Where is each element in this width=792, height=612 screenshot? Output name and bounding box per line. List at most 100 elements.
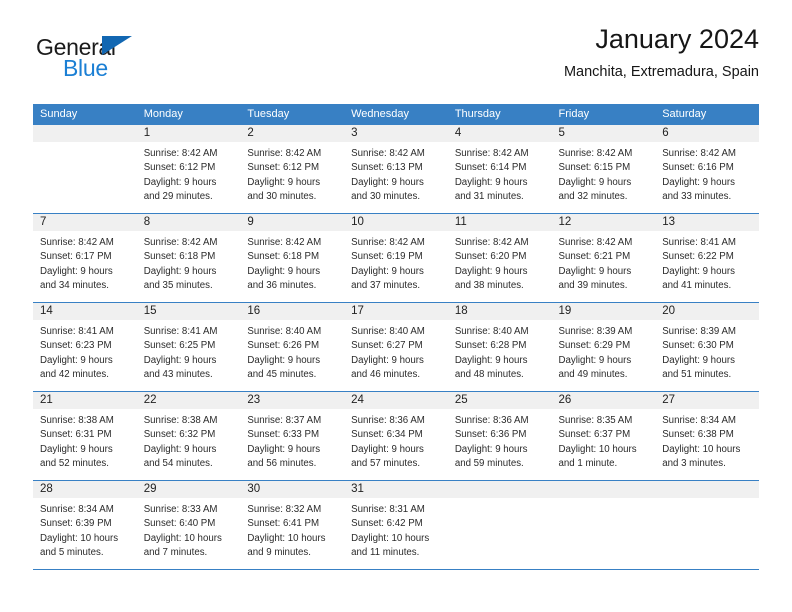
sunrise-text: Sunrise: 8:36 AM [454, 415, 529, 426]
daylight-text-line2: and 39 minutes. [558, 280, 628, 292]
day-number: 29 [136, 481, 241, 498]
calendar-day-cell[interactable]: 8 Sunrise: 8:42 AM Sunset: 6:18 PM Daylight… [136, 213, 241, 303]
daylight-text-line2: and 52 minutes. [40, 458, 109, 470]
daylight-text-line1: Daylight: 9 hours [143, 443, 217, 455]
day-number: 18 [447, 303, 552, 320]
daylight-text-line2: and 30 minutes. [247, 191, 317, 203]
sunrise-text: Sunrise: 8:42 AM [40, 237, 114, 248]
sunrise-text: Sunrise: 8:42 AM [662, 148, 736, 159]
calendar-day-cell[interactable]: 29 Sunrise: 8:33 AM Sunset: 6:40 PM Dayligh… [136, 480, 241, 570]
daylight-text-line2: and 30 minutes. [351, 191, 421, 203]
day-details: Sunrise: 8:42 AM Sunset: 6:20 PM Daylight:… [448, 231, 552, 294]
sunrise-text: Sunrise: 8:35 AM [558, 415, 633, 426]
sunrise-text: Sunrise: 8:42 AM [351, 237, 425, 248]
daylight-text-line1: Daylight: 9 hours [247, 443, 321, 455]
sunset-text: Sunset: 6:27 PM [351, 340, 423, 352]
daylight-text-line1: Daylight: 9 hours [143, 176, 217, 188]
daylight-text-line2: and 9 minutes. [247, 547, 311, 559]
sunrise-text: Sunrise: 8:40 AM [454, 326, 529, 337]
calendar-day-cell[interactable]: 19 Sunrise: 8:39 AM Sunset: 6:29 PM Dayligh… [551, 302, 656, 392]
calendar-day-cell[interactable]: 27 Sunrise: 8:34 AM Sunset: 6:38 PM Dayligh… [655, 391, 759, 481]
daylight-text-line1: Daylight: 9 hours [351, 265, 424, 277]
calendar-day-cell[interactable]: 23 Sunrise: 8:37 AM Sunset: 6:33 PM Dayligh… [240, 391, 345, 481]
daylight-text-line2: and 48 minutes. [454, 369, 524, 381]
sunset-text: Sunset: 6:22 PM [662, 251, 734, 263]
calendar-day-cell[interactable]: 16 Sunrise: 8:40 AM Sunset: 6:26 PM Dayligh… [240, 302, 345, 392]
day-details: Sunrise: 8:35 AM Sunset: 6:37 PM Daylight:… [552, 409, 656, 472]
day-details: Sunrise: 8:42 AM Sunset: 6:13 PM Daylight:… [344, 142, 448, 205]
calendar-day-cell-empty [655, 480, 759, 570]
calendar-day-cell[interactable]: 9 Sunrise: 8:42 AM Sunset: 6:18 PM Daylight… [240, 213, 345, 303]
daylight-text-line1: Daylight: 9 hours [247, 354, 321, 366]
calendar-day-cell[interactable]: 5 Sunrise: 8:42 AM Sunset: 6:15 PM Daylight… [551, 125, 656, 214]
sunrise-text: Sunrise: 8:38 AM [143, 415, 218, 426]
sunset-text: Sunset: 6:41 PM [247, 518, 320, 530]
calendar-day-cell[interactable]: 4 Sunrise: 8:42 AM Sunset: 6:14 PM Daylight… [447, 125, 552, 214]
day-number: 16 [240, 303, 345, 320]
day-number [447, 481, 552, 498]
calendar-day-cell[interactable]: 18 Sunrise: 8:40 AM Sunset: 6:28 PM Dayligh… [447, 302, 552, 392]
calendar-day-cell[interactable]: 1 Sunrise: 8:42 AM Sunset: 6:12 PM Daylight… [136, 125, 241, 214]
column-header-wednesday: Wednesday [344, 104, 448, 125]
sunset-text: Sunset: 6:21 PM [558, 251, 631, 263]
daylight-text-line2: and 57 minutes. [351, 458, 421, 470]
day-number: 21 [33, 392, 137, 409]
day-number: 3 [344, 125, 448, 142]
calendar-day-cell[interactable]: 31 Sunrise: 8:31 AM Sunset: 6:42 PM Dayligh… [344, 480, 448, 570]
day-details: Sunrise: 8:41 AM Sunset: 6:25 PM Daylight:… [137, 320, 241, 383]
sunset-text: Sunset: 6:16 PM [662, 162, 734, 174]
calendar-day-cell[interactable]: 2 Sunrise: 8:42 AM Sunset: 6:12 PM Daylight… [240, 125, 345, 214]
calendar-day-cell[interactable]: 22 Sunrise: 8:38 AM Sunset: 6:32 PM Dayligh… [136, 391, 241, 481]
sunset-text: Sunset: 6:38 PM [662, 429, 734, 441]
day-number: 27 [655, 392, 759, 409]
calendar-day-cell[interactable]: 7 Sunrise: 8:42 AM Sunset: 6:17 PM Daylight… [33, 213, 137, 303]
daylight-text-line1: Daylight: 9 hours [558, 265, 632, 277]
daylight-text-line1: Daylight: 9 hours [351, 443, 424, 455]
page-title: January 2024 [595, 24, 759, 54]
day-details: Sunrise: 8:33 AM Sunset: 6:40 PM Daylight:… [137, 498, 241, 561]
daylight-text-line2: and 29 minutes. [143, 191, 213, 203]
calendar-day-cell[interactable]: 20 Sunrise: 8:39 AM Sunset: 6:30 PM Dayligh… [655, 302, 759, 392]
sunrise-text: Sunrise: 8:42 AM [143, 237, 218, 248]
calendar-day-cell[interactable]: 6 Sunrise: 8:42 AM Sunset: 6:16 PM Daylight… [655, 125, 759, 214]
sunset-text: Sunset: 6:37 PM [558, 429, 631, 441]
calendar-day-cell[interactable]: 12 Sunrise: 8:42 AM Sunset: 6:21 PM Dayligh… [551, 213, 656, 303]
calendar-day-cell[interactable]: 24 Sunrise: 8:36 AM Sunset: 6:34 PM Dayligh… [344, 391, 448, 481]
day-details: Sunrise: 8:42 AM Sunset: 6:15 PM Daylight:… [552, 142, 656, 205]
daylight-text-line2: and 49 minutes. [558, 369, 628, 381]
daylight-text-line2: and 37 minutes. [351, 280, 421, 292]
calendar-day-cell[interactable]: 11 Sunrise: 8:42 AM Sunset: 6:20 PM Dayligh… [447, 213, 552, 303]
calendar-day-cell[interactable]: 14 Sunrise: 8:41 AM Sunset: 6:23 PM Dayligh… [33, 302, 137, 392]
calendar-day-cell[interactable]: 26 Sunrise: 8:35 AM Sunset: 6:37 PM Dayligh… [551, 391, 656, 481]
calendar-day-cell[interactable]: 13 Sunrise: 8:41 AM Sunset: 6:22 PM Dayligh… [655, 213, 759, 303]
daylight-text-line1: Daylight: 9 hours [143, 354, 217, 366]
calendar-day-cell[interactable]: 3 Sunrise: 8:42 AM Sunset: 6:13 PM Daylight… [344, 125, 448, 214]
day-number: 31 [344, 481, 448, 498]
day-details: Sunrise: 8:38 AM Sunset: 6:32 PM Daylight:… [137, 409, 241, 472]
day-number: 9 [240, 214, 345, 231]
sunset-text: Sunset: 6:18 PM [143, 251, 216, 263]
daylight-text-line1: Daylight: 9 hours [351, 176, 424, 188]
day-number: 7 [33, 214, 137, 231]
sunset-text: Sunset: 6:32 PM [143, 429, 216, 441]
sunset-text: Sunset: 6:28 PM [454, 340, 527, 352]
calendar-day-cell[interactable]: 21 Sunrise: 8:38 AM Sunset: 6:31 PM Dayligh… [33, 391, 137, 481]
daylight-text-line2: and 3 minutes. [662, 458, 726, 470]
day-details: Sunrise: 8:42 AM Sunset: 6:18 PM Daylight:… [240, 231, 344, 294]
calendar-day-cell[interactable]: 17 Sunrise: 8:40 AM Sunset: 6:27 PM Dayligh… [344, 302, 448, 392]
calendar-day-cell[interactable]: 15 Sunrise: 8:41 AM Sunset: 6:25 PM Dayligh… [136, 302, 241, 392]
day-number: 11 [447, 214, 552, 231]
day-details: Sunrise: 8:40 AM Sunset: 6:27 PM Daylight:… [344, 320, 448, 383]
calendar-day-cell-empty [447, 480, 552, 570]
sunset-text: Sunset: 6:42 PM [351, 518, 423, 530]
column-header-thursday: Thursday [447, 104, 552, 125]
sunset-text: Sunset: 6:31 PM [40, 429, 112, 441]
calendar-day-cell[interactable]: 30 Sunrise: 8:32 AM Sunset: 6:41 PM Dayligh… [240, 480, 345, 570]
day-number: 15 [136, 303, 241, 320]
calendar-day-cell[interactable]: 10 Sunrise: 8:42 AM Sunset: 6:19 PM Dayligh… [344, 213, 448, 303]
calendar-day-cell[interactable]: 25 Sunrise: 8:36 AM Sunset: 6:36 PM Dayligh… [447, 391, 552, 481]
day-details: Sunrise: 8:37 AM Sunset: 6:33 PM Daylight:… [240, 409, 344, 472]
sunset-text: Sunset: 6:18 PM [247, 251, 320, 263]
calendar-day-cell[interactable]: 28 Sunrise: 8:34 AM Sunset: 6:39 PM Dayligh… [33, 480, 137, 570]
general-blue-logo[interactable]: General Blue [36, 34, 166, 86]
